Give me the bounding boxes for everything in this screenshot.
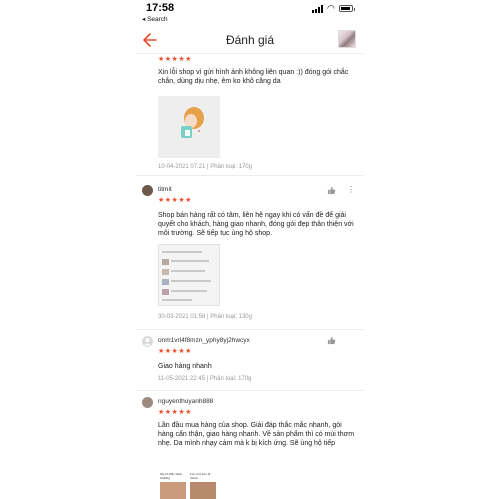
review-item: ★★★★★ Xin lỗi shop vì gửi hình ảnh không…: [136, 54, 364, 176]
rating-stars: ★★★★★: [158, 197, 192, 204]
status-time: 17:58: [146, 2, 175, 14]
like-icon[interactable]: [327, 336, 336, 345]
phone-screen: 17:58 ◂ Search ◠ Đánh giá ★★★★★ Xin lỗi …: [136, 0, 364, 499]
more-options-icon[interactable]: ⋮: [347, 186, 355, 194]
review-item: onm1vrl4f8mzn_yphy8yj2hwcyx ★★★★★ Giao h…: [136, 331, 364, 391]
review-username[interactable]: onm1vrl4f8mzn_yphy8yj2hwcyx: [158, 337, 250, 344]
rating-stars: ★★★★★: [158, 56, 192, 63]
review-username[interactable]: nguyenthuyanh888: [158, 398, 213, 405]
review-text: Giao hàng nhanh: [158, 363, 212, 370]
battery-level: [341, 7, 350, 10]
review-item: titmit ⋮ ★★★★★ Shop bán hàng rất có tâm,…: [136, 178, 364, 330]
photo-label: Lúc nổi xào đi chuột: [190, 472, 211, 480]
avatar[interactable]: [142, 336, 153, 347]
review-meta: 30-03-2021 01:58 | Phân loại: 130g: [158, 314, 252, 320]
rating-stars: ★★★★★: [158, 409, 192, 416]
back-to-search-link[interactable]: ◂ Search: [142, 15, 168, 23]
page-header: Đánh giá: [136, 28, 364, 54]
like-icon[interactable]: [327, 186, 336, 195]
review-item: nguyenthuyanh888 ★★★★★ Lần đầu mua hàng …: [136, 392, 364, 499]
review-text: Shop bán hàng rất có tâm, liên hệ ngay k…: [158, 212, 354, 237]
battery-icon: [339, 5, 355, 12]
photo-label: Nụ bà Bắc bình thường: [160, 472, 182, 480]
page-title: Đánh giá: [225, 33, 275, 47]
review-meta: 10-04-2021 07:21 | Phân loại: 170g: [158, 164, 252, 170]
review-text: Lần đầu mua hàng của shop. Giải đáp thắc…: [158, 422, 355, 447]
status-bar: 17:58 ◂ Search ◠: [136, 0, 364, 28]
review-photo[interactable]: Nụ bà Bắc bình thường Lúc nổi xào đi chu…: [158, 472, 218, 499]
cartoon-image: [181, 107, 204, 138]
review-username[interactable]: titmit: [158, 186, 172, 193]
review-photo[interactable]: [158, 244, 220, 306]
product-thumbnail[interactable]: [338, 30, 356, 48]
wifi-icon: ◠: [327, 3, 335, 13]
review-photo[interactable]: [158, 96, 220, 158]
avatar[interactable]: [142, 185, 153, 196]
avatar[interactable]: [142, 397, 153, 408]
review-meta: 11-05-2021 22:45 | Phân loại: 170g: [158, 376, 252, 382]
review-text: Xin lỗi shop vì gửi hình ảnh không liên …: [158, 69, 349, 85]
signal-icon: [312, 5, 325, 13]
rating-stars: ★★★★★: [158, 348, 192, 355]
